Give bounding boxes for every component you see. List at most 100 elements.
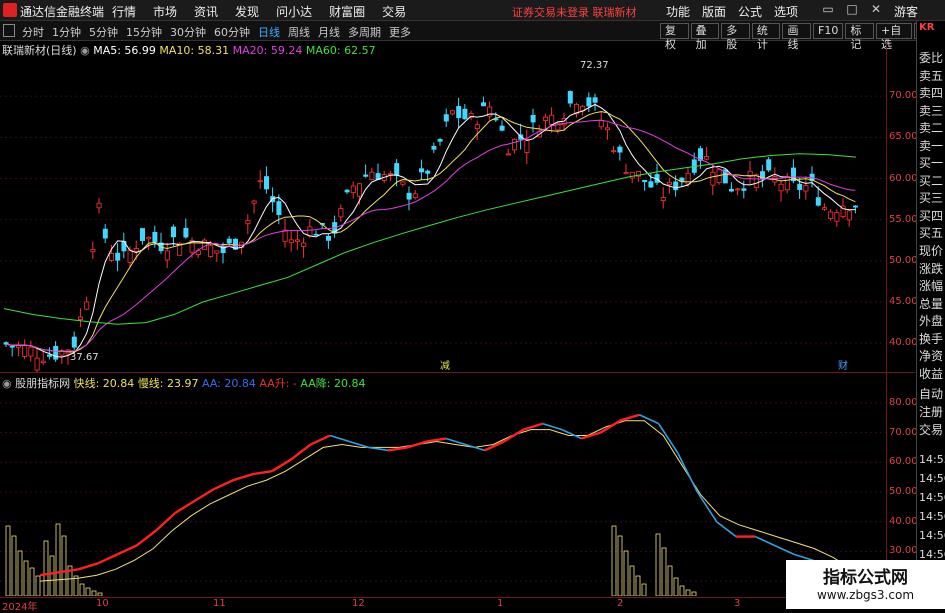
candle-body [815, 197, 821, 206]
x-tick-label: 1 [497, 598, 504, 609]
fast-line-segment [116, 544, 138, 556]
tab-period[interactable]: 分时 [22, 24, 44, 40]
overlay-button[interactable]: 叠加 [690, 23, 720, 51]
side-item[interactable]: 自动 [919, 385, 943, 402]
tick-time: 14:55 [919, 453, 945, 466]
side-item[interactable]: 委比 [919, 49, 943, 66]
candle-body [344, 189, 350, 193]
candle-body [301, 242, 307, 247]
side-item[interactable]: 买五 [919, 224, 943, 241]
maximize-icon[interactable]: □ [842, 2, 862, 18]
candle-body [288, 239, 294, 244]
price-tick-label: 55.00 [889, 213, 918, 225]
login-warning[interactable]: 证券交易未登录 联瑞新材 [512, 4, 637, 20]
side-item[interactable]: 买四 [919, 207, 943, 224]
menu-ask[interactable]: 问小达 [276, 3, 312, 20]
side-item[interactable]: 买一 [919, 154, 943, 171]
title-bar: 通达信金融终端 行情 市场 资讯 发现 问小达 财富圈 交易 证券交易未登录 联… [0, 0, 945, 21]
side-item[interactable]: 现价 [919, 242, 943, 259]
menu-trade[interactable]: 交易 [382, 3, 406, 20]
tab-period[interactable]: 5分钟 [89, 24, 118, 40]
mark-button[interactable]: 标记 [845, 23, 874, 51]
menu-wealth[interactable]: 财富圈 [329, 3, 365, 20]
candle-body [356, 183, 362, 197]
candle-body [146, 236, 152, 240]
menu-discover[interactable]: 发现 [235, 3, 259, 20]
menu-options[interactable]: 选项 [774, 3, 798, 20]
side-item[interactable]: 买三 [919, 189, 943, 206]
menu-formula[interactable]: 公式 [738, 3, 762, 20]
ma5-line [5, 103, 856, 358]
candle-body [456, 106, 462, 118]
restore-rights-button[interactable]: 复权 [660, 23, 689, 51]
candle-body [71, 336, 77, 348]
side-item[interactable]: 买二 [919, 172, 943, 189]
menu-market[interactable]: 市场 [153, 3, 177, 20]
menu-function[interactable]: 功能 [666, 3, 690, 20]
fast-line-segment [465, 443, 485, 452]
tab-period-more[interactable]: 更多 [389, 24, 411, 40]
side-item[interactable]: 交易 [919, 421, 943, 438]
candle-body [667, 181, 673, 185]
side-item[interactable]: 换手 [919, 330, 943, 347]
side-item[interactable]: 注册 [919, 403, 943, 420]
candle-body [685, 172, 691, 185]
candle-body [245, 220, 251, 225]
menu-news[interactable]: 资讯 [194, 3, 218, 20]
side-item[interactable]: 涨跌 [919, 260, 943, 277]
price-tick-label: 40.00 [889, 337, 918, 349]
close-icon[interactable]: ✕ [866, 2, 886, 18]
x-tick-label: 2024年 [2, 602, 38, 613]
fast-line-segment [542, 422, 563, 431]
f10-button[interactable]: F10 [813, 23, 844, 39]
side-item[interactable]: 净资 [919, 347, 943, 364]
side-item[interactable]: 卖二 [919, 119, 943, 136]
candle-body [846, 210, 852, 221]
fast-line-segment [754, 535, 776, 547]
side-item[interactable]: 收益 [919, 365, 943, 382]
tab-period[interactable]: 多周期 [348, 24, 381, 40]
multi-stock-button[interactable]: 多股 [721, 23, 750, 51]
side-item[interactable]: 涨幅 [919, 277, 943, 294]
indicator-tick-label: 30.00 [889, 545, 918, 557]
candle-body [704, 156, 710, 160]
side-item[interactable]: 卖一 [919, 137, 943, 154]
fast-line-segment [310, 434, 331, 446]
tab-period-daily[interactable]: 日线 [258, 24, 280, 40]
side-item[interactable]: 外盘 [919, 312, 943, 329]
histogram-bar [5, 525, 11, 596]
menu-layout[interactable]: 版面 [702, 3, 726, 20]
side-item[interactable]: 总量 [919, 295, 943, 312]
panel-toggle-icon[interactable] [3, 24, 15, 37]
kline-chart[interactable]: 72.37 37.67 减 财 [0, 55, 886, 372]
candle-body [629, 171, 635, 179]
side-item[interactable]: 卖五 [919, 67, 943, 84]
side-item[interactable]: 卖三 [919, 102, 943, 119]
minimize-icon[interactable]: ▭ [818, 2, 838, 18]
quote-side-panel: KR 委比 卖五 卖四 卖三 卖二 卖一 买一 买二 买三 买四 买五 现价 涨跌 涨幅 总量 外盘 换手 净资收… [916, 21, 945, 609]
tab-period[interactable]: 30分钟 [170, 24, 206, 40]
candle-body [592, 97, 598, 103]
candle-body [214, 250, 220, 254]
price-tick-label: 70.00 [889, 90, 918, 102]
candle-body [797, 183, 803, 190]
candle-body [729, 188, 735, 192]
histogram-bar [35, 575, 41, 596]
histogram-bar [97, 592, 103, 596]
add-watchlist-button[interactable]: +自选 [875, 23, 913, 51]
tab-period[interactable]: 月线 [318, 24, 340, 40]
candle-body [109, 253, 115, 261]
tab-period[interactable]: 60分钟 [214, 24, 250, 40]
side-item[interactable]: 卖四 [919, 84, 943, 101]
histogram-bar [17, 550, 23, 596]
tab-period[interactable]: 周线 [288, 24, 310, 40]
candle-body [369, 171, 375, 180]
menu-quotes[interactable]: 行情 [112, 3, 136, 20]
statistics-button[interactable]: 统计 [751, 23, 781, 51]
guest-label[interactable]: 游客 [894, 3, 918, 20]
histogram-bar [55, 523, 61, 596]
draw-line-button[interactable]: 画线 [782, 23, 812, 51]
tab-period[interactable]: 1分钟 [52, 24, 81, 40]
indicator-chart[interactable] [0, 388, 886, 596]
tab-period[interactable]: 15分钟 [126, 24, 162, 40]
